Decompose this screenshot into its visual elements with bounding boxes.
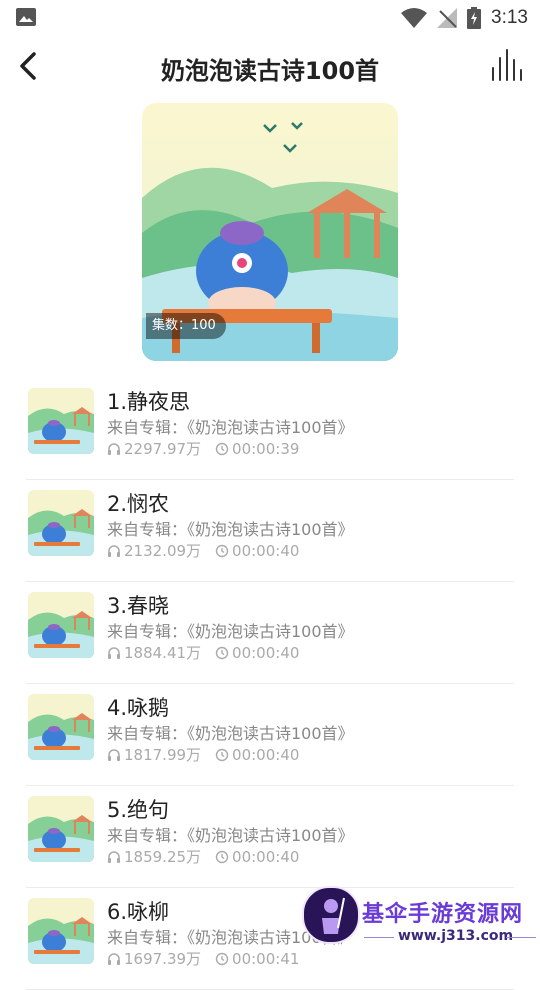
clock-icon: [215, 646, 229, 659]
episode-thumbnail: [28, 592, 94, 658]
episode-album: 来自专辑：《奶泡泡读古诗100首》: [107, 826, 354, 845]
episode-thumbnail: [28, 796, 94, 862]
clock-icon: [215, 952, 229, 965]
album-cover[interactable]: 集数：100: [142, 103, 398, 361]
headphones-icon: [108, 442, 120, 455]
episode-count-badge: 集数：100: [146, 313, 226, 339]
clock-icon: [215, 850, 229, 863]
watermark-line-right: [506, 937, 536, 938]
headphones-icon: [108, 850, 120, 863]
episode-duration: 00:00:40: [232, 643, 300, 662]
gallery-icon: [16, 8, 36, 26]
list-item[interactable]: 3.春晓 来自专辑：《奶泡泡读古诗100首》 1884.41万 00:00:40: [0, 582, 540, 684]
episode-title: 2.悯农: [107, 492, 170, 516]
episode-meta: 1697.39万 00:00:41: [107, 948, 299, 969]
episode-album: 来自专辑：《奶泡泡读古诗100首》: [107, 418, 354, 437]
play-count: 1697.39万: [124, 950, 202, 968]
episode-duration: 00:00:40: [232, 541, 300, 560]
watermark: 基伞手游资源网 www.j313.com: [300, 886, 540, 960]
episode-title: 4.咏鹅: [107, 696, 170, 720]
watermark-logo: [302, 886, 360, 944]
status-bar: 3:13: [0, 0, 540, 36]
episode-meta: 1817.99万 00:00:40: [107, 744, 299, 765]
episode-thumbnail: [28, 694, 94, 760]
headphones-icon: [108, 646, 120, 659]
episode-album: 来自专辑：《奶泡泡读古诗100首》: [107, 724, 354, 743]
episode-duration: 00:00:39: [232, 439, 300, 458]
episode-meta: 2132.09万 00:00:40: [107, 540, 299, 561]
status-time: 3:13: [491, 7, 528, 28]
episode-thumbnail: [28, 490, 94, 556]
episode-title: 1.静夜思: [107, 390, 191, 414]
episode-title: 6.咏柳: [107, 900, 170, 924]
episode-thumbnail: [28, 388, 94, 454]
header: 奶泡泡读古诗100首: [0, 36, 540, 96]
play-count: 1859.25万: [124, 848, 202, 866]
play-count: 1884.41万: [124, 644, 202, 662]
episode-duration: 00:00:40: [232, 745, 300, 764]
wifi-icon: [401, 8, 428, 28]
episode-album: 来自专辑：《奶泡泡读古诗100首》: [107, 520, 354, 539]
list-item[interactable]: 4.咏鹅 来自专辑：《奶泡泡读古诗100首》 1817.99万 00:00:40: [0, 684, 540, 786]
headphones-icon: [108, 544, 120, 557]
battery-charging-icon: [467, 7, 482, 29]
episode-duration: 00:00:40: [232, 847, 300, 866]
list-item[interactable]: 2.悯农 来自专辑：《奶泡泡读古诗100首》 2132.09万 00:00:40: [0, 480, 540, 582]
play-count: 2132.09万: [124, 542, 202, 560]
headphones-icon: [108, 748, 120, 761]
watermark-name: 基伞手游资源网: [362, 902, 524, 927]
audio-bars-icon[interactable]: [490, 48, 524, 82]
clock-icon: [215, 544, 229, 557]
episode-title: 5.绝句: [107, 798, 170, 822]
no-signal-icon: [437, 8, 458, 28]
clock-icon: [215, 442, 229, 455]
watermark-line-left: [364, 937, 394, 938]
watermark-url: www.j313.com: [398, 928, 514, 944]
list-item[interactable]: 5.绝句 来自专辑：《奶泡泡读古诗100首》 1859.25万 00:00:40: [0, 786, 540, 888]
clock-icon: [215, 748, 229, 761]
episode-meta: 1884.41万 00:00:40: [107, 642, 299, 663]
episode-duration: 00:00:41: [232, 949, 300, 968]
page-title: 奶泡泡读古诗100首: [160, 57, 380, 85]
episode-meta: 1859.25万 00:00:40: [107, 846, 299, 867]
play-count: 1817.99万: [124, 746, 202, 764]
episode-thumbnail: [28, 898, 94, 964]
list-item[interactable]: 1.静夜思 来自专辑：《奶泡泡读古诗100首》 2297.97万 00:00:3…: [0, 378, 540, 480]
episode-meta: 2297.97万 00:00:39: [107, 438, 299, 459]
play-count: 2297.97万: [124, 440, 202, 458]
episode-album: 来自专辑：《奶泡泡读古诗100首》: [107, 622, 354, 641]
episode-title: 3.春晓: [107, 594, 170, 618]
headphones-icon: [108, 952, 120, 965]
